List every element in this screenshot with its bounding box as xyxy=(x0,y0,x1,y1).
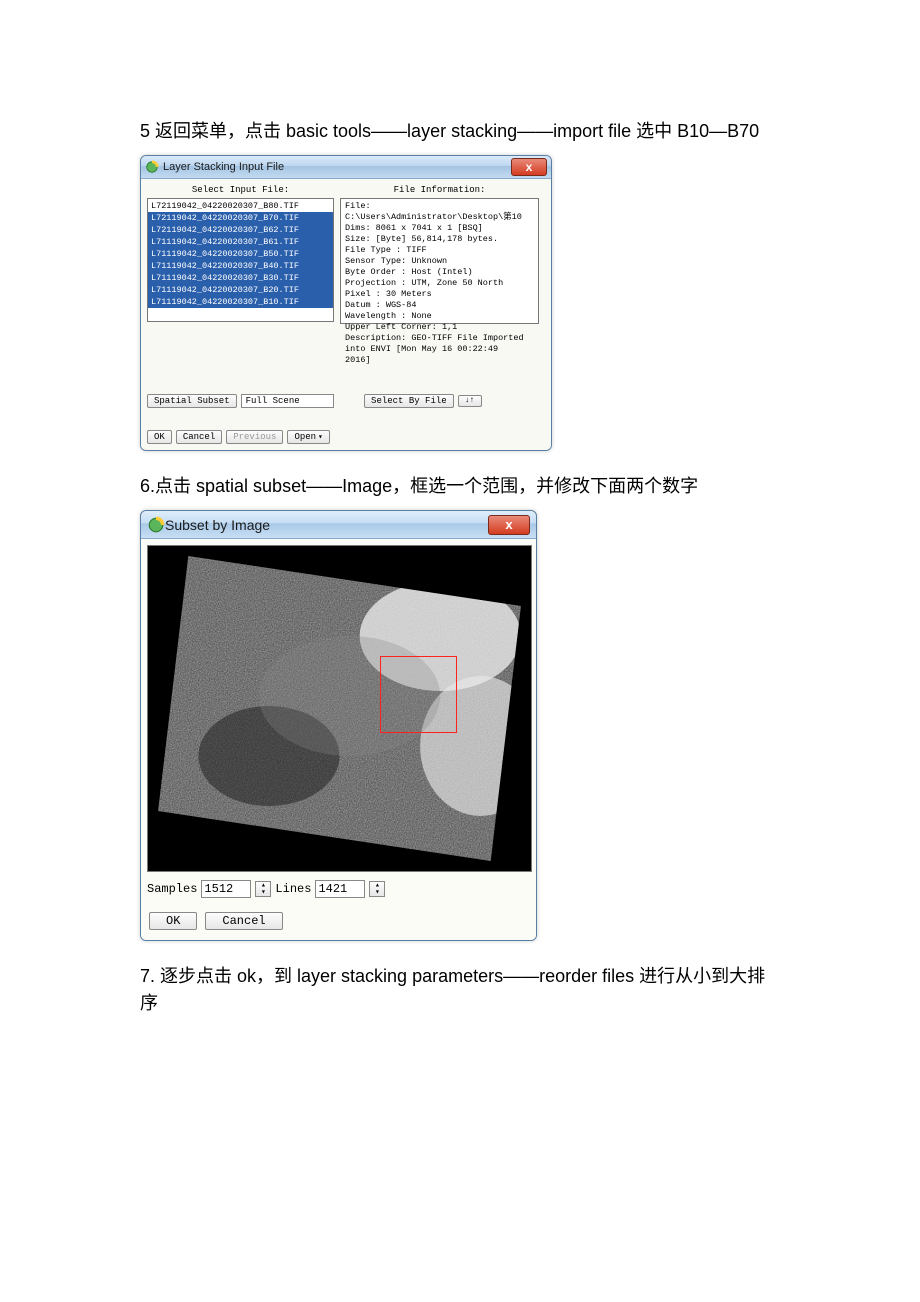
samples-label: Samples xyxy=(147,882,197,896)
ok-button[interactable]: OK xyxy=(149,912,197,930)
image-preview[interactable] xyxy=(147,545,532,872)
subset-by-image-dialog: Subset by Image x xyxy=(140,510,537,941)
titlebar[interactable]: Subset by Image x xyxy=(141,511,536,539)
app-icon xyxy=(147,516,165,534)
close-button[interactable]: x xyxy=(488,515,530,535)
select-input-header: Select Input File: xyxy=(147,185,334,198)
samples-spinner[interactable]: ▴▾ xyxy=(255,881,271,897)
lines-spinner[interactable]: ▴▾ xyxy=(369,881,385,897)
instruction-step5: 5 返回菜单，点击 basic tools——layer stacking——i… xyxy=(140,118,780,145)
file-info-box: File: C:\Users\Administrator\Desktop\第10… xyxy=(340,198,539,324)
instruction-step6: 6.点击 spatial subset——Image，框选一个范围，并修改下面两… xyxy=(140,473,780,500)
app-icon xyxy=(145,160,159,174)
file-info-header: File Information: xyxy=(340,185,539,198)
sort-arrow-button[interactable]: ↓↑ xyxy=(458,395,482,407)
close-icon: x xyxy=(505,517,512,532)
select-by-file-button[interactable]: Select By File xyxy=(364,394,454,408)
list-item[interactable]: L71119042_04220020307_B30.TIF xyxy=(148,272,333,284)
close-icon: x xyxy=(526,161,533,173)
titlebar[interactable]: Layer Stacking Input File x xyxy=(141,156,551,179)
satellite-image xyxy=(148,546,531,871)
spatial-subset-button[interactable]: Spatial Subset xyxy=(147,394,237,408)
lines-label: Lines xyxy=(275,882,311,896)
dialog-body: Samples ▴▾ Lines ▴▾ OK Cancel xyxy=(141,539,536,940)
dimensions-row: Samples ▴▾ Lines ▴▾ xyxy=(147,880,530,898)
close-button[interactable]: x xyxy=(511,158,547,176)
dialog-title: Subset by Image xyxy=(165,517,488,533)
samples-input[interactable] xyxy=(201,880,251,898)
open-dropdown-button[interactable]: Open xyxy=(287,430,329,444)
selection-rectangle[interactable] xyxy=(380,656,457,733)
cancel-button[interactable]: Cancel xyxy=(176,430,222,444)
dialog-title: Layer Stacking Input File xyxy=(163,161,511,173)
instruction-step7: 7. 逐步点击 ok，到 layer stacking parameters——… xyxy=(140,963,780,1017)
dialog-body: Select Input File: L72119042_04220020307… xyxy=(141,179,551,450)
list-item[interactable]: L71119042_04220020307_B10.TIF xyxy=(148,296,333,308)
lines-input[interactable] xyxy=(315,880,365,898)
list-item[interactable]: L72119042_04220020307_B70.TIF xyxy=(148,212,333,224)
spatial-subset-value: Full Scene xyxy=(241,394,334,408)
ok-button[interactable]: OK xyxy=(147,430,172,444)
list-item[interactable]: L71119042_04220020307_B61.TIF xyxy=(148,236,333,248)
list-item[interactable]: L72119042_04220020307_B62.TIF xyxy=(148,224,333,236)
input-file-list[interactable]: L72119042_04220020307_B80.TIFL72119042_0… xyxy=(147,198,334,322)
layer-stacking-dialog: Layer Stacking Input File x Select Input… xyxy=(140,155,552,451)
list-item[interactable]: L72119042_04220020307_B80.TIF xyxy=(148,200,333,212)
list-item[interactable]: L71119042_04220020307_B40.TIF xyxy=(148,260,333,272)
list-item[interactable]: L71119042_04220020307_B20.TIF xyxy=(148,284,333,296)
previous-button: Previous xyxy=(226,430,283,444)
cancel-button[interactable]: Cancel xyxy=(205,912,282,930)
list-item[interactable]: L71119042_04220020307_B50.TIF xyxy=(148,248,333,260)
